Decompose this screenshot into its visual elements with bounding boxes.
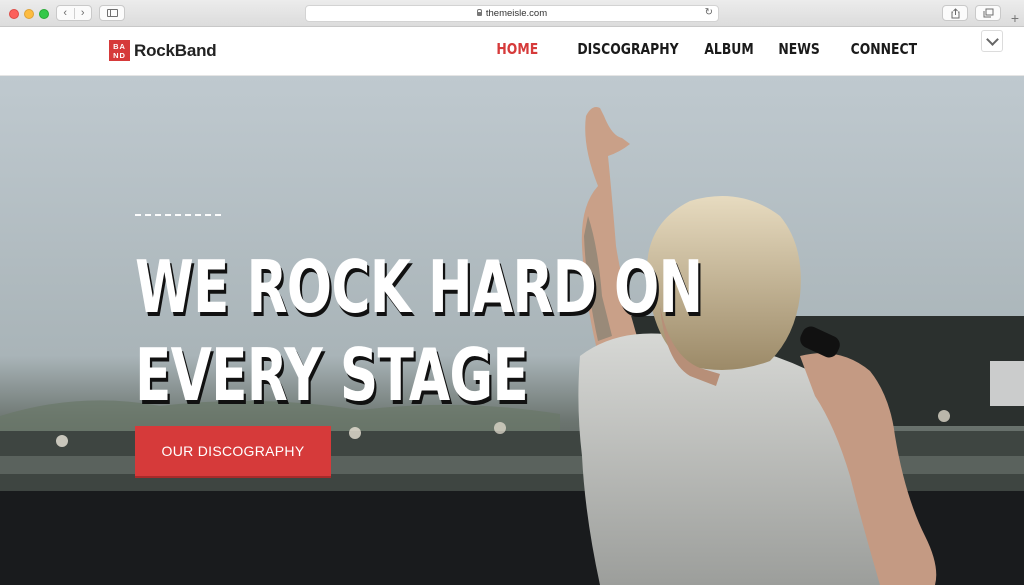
chevron-down-icon <box>985 32 999 46</box>
reload-icon[interactable]: ↻ <box>705 7 713 18</box>
our-discography-button[interactable]: OUR DISCOGRAPHY <box>135 426 331 478</box>
share-icon <box>951 7 959 18</box>
browser-toolbar: ‹ › themeisle.com ↻ + <box>0 0 1024 27</box>
forward-icon[interactable]: › <box>73 7 92 19</box>
tabs-icon <box>983 8 993 18</box>
share-button[interactable] <box>942 5 968 21</box>
hero-divider <box>135 214 221 216</box>
main-nav: HOME DISCOGRAPHY ALBUM NEWS CONNECT <box>472 40 917 58</box>
minimize-window-button[interactable] <box>24 9 34 19</box>
hero-section: WE ROCK HARD ON EVERY STAGE OUR DISCOGRA… <box>0 76 1024 585</box>
sidebar-toggle-button[interactable] <box>99 5 125 21</box>
dropdown-toggle-button[interactable] <box>981 30 1003 52</box>
logo-text: RockBand <box>134 40 217 60</box>
url-text: themeisle.com <box>485 8 548 19</box>
lock-icon <box>476 9 482 16</box>
hero-title-line2: EVERY STAGE <box>135 333 529 417</box>
address-bar[interactable]: themeisle.com ↻ <box>305 5 719 22</box>
sidebar-icon <box>106 9 118 17</box>
plus-icon[interactable]: + <box>1006 9 1024 27</box>
nav-album[interactable]: ALBUM <box>705 40 754 58</box>
close-window-button[interactable] <box>9 9 19 19</box>
nav-discography[interactable]: DISCOGRAPHY <box>577 40 678 58</box>
nav-home[interactable]: HOME <box>496 40 538 58</box>
nav-connect[interactable]: CONNECT <box>851 40 917 58</box>
hero-title: WE ROCK HARD ON EVERY STAGE <box>135 243 703 419</box>
logo-mark: BA ND <box>109 40 130 61</box>
site-logo[interactable]: BA ND RockBand <box>109 40 217 61</box>
history-nav: ‹ › <box>56 5 92 21</box>
zoom-window-button[interactable] <box>39 9 49 19</box>
hero-title-line1: WE ROCK HARD ON <box>135 245 703 329</box>
nav-news[interactable]: NEWS <box>778 40 819 58</box>
back-icon[interactable]: ‹ <box>57 7 74 19</box>
show-tabs-button[interactable] <box>975 5 1001 21</box>
site-header: BA ND RockBand HOME DISCOGRAPHY ALBUM NE… <box>0 27 1024 76</box>
